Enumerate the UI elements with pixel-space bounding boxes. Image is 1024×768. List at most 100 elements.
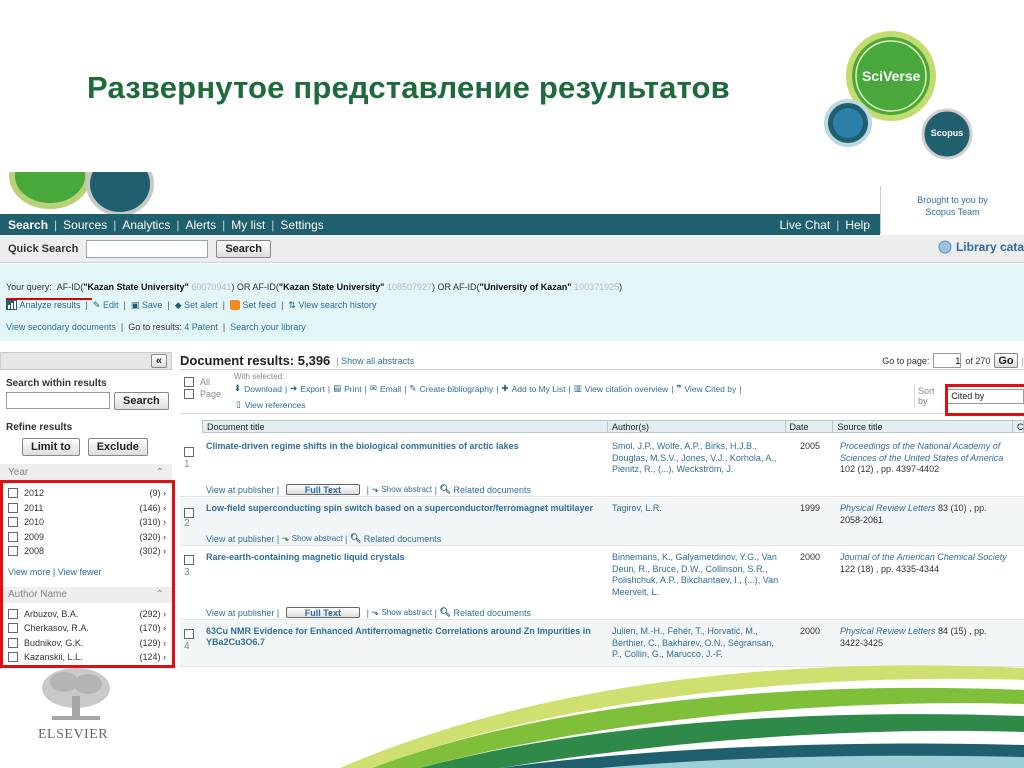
show-abstract-link[interactable]: Show abstract bbox=[292, 534, 343, 543]
document-title-link[interactable]: Rare-earth-containing magnetic liquid cr… bbox=[206, 552, 606, 563]
col-cited[interactable]: C bbox=[1013, 421, 1024, 432]
with-selected-label: With selected: bbox=[234, 372, 285, 381]
alert-icon: ◆ bbox=[174, 299, 182, 310]
row-checkbox[interactable] bbox=[184, 629, 194, 639]
nav-alerts[interactable]: Alerts bbox=[185, 218, 216, 232]
source-title-link[interactable]: Physical Review Letters bbox=[840, 626, 936, 636]
collapse-button[interactable]: « bbox=[150, 354, 167, 368]
references-icon: ▯ bbox=[236, 399, 241, 409]
quick-search-input[interactable] bbox=[86, 239, 209, 258]
select-page-checkbox[interactable] bbox=[184, 389, 194, 399]
history-icon: ⇅ bbox=[288, 299, 296, 310]
view-secondary-docs-link[interactable]: View secondary documents bbox=[6, 322, 116, 332]
results-panel: Document results: 5,396 | Show all abstr… bbox=[180, 352, 1024, 672]
full-text-button[interactable]: Full Text bbox=[285, 607, 361, 618]
download-link[interactable]: Download bbox=[244, 384, 282, 394]
date-text: 2000 bbox=[800, 626, 821, 636]
brought-by-text: Brought to you by bbox=[917, 195, 988, 205]
nav-sources[interactable]: Sources bbox=[63, 218, 107, 232]
citation-overview-link[interactable]: View citation overview bbox=[585, 384, 668, 394]
save-link[interactable]: Save bbox=[142, 300, 163, 310]
email-link[interactable]: Email bbox=[380, 384, 401, 394]
document-title-link[interactable]: Low-field superconducting spin switch ba… bbox=[206, 503, 606, 514]
query-or: ) OR AF-ID( bbox=[231, 282, 279, 292]
search-library-link[interactable]: Search your library bbox=[230, 322, 306, 332]
scopus-logo-text: Scopus bbox=[930, 128, 964, 138]
related-docs-link[interactable]: Related documents bbox=[453, 608, 531, 618]
authors-text[interactable]: Tagirov, L.R. bbox=[612, 503, 784, 515]
show-abstract-link[interactable]: Show abstract bbox=[381, 608, 432, 617]
edit-icon: ✎ bbox=[92, 299, 101, 310]
query-actions: Analyze results | ✎ Edit | ▣ Save | ◆ Set a… bbox=[6, 296, 1024, 314]
show-abstract-link[interactable]: Show abstract bbox=[381, 485, 432, 494]
view-references-link[interactable]: View references bbox=[245, 400, 306, 410]
document-title-link[interactable]: 63Cu NMR Evidence for Enhanced Antiferro… bbox=[206, 626, 606, 648]
row-number: 4 bbox=[184, 641, 190, 652]
nav-help[interactable]: Help bbox=[845, 218, 870, 232]
source-title-link[interactable]: Physical Review Letters bbox=[840, 503, 936, 513]
show-all-abstracts-link[interactable]: Show all abstracts bbox=[341, 356, 414, 366]
results-toolbar: All Page With selected: ⬇ Download | ➜ Expo… bbox=[180, 370, 1024, 414]
source-title-link[interactable]: Journal of the American Chemical Society bbox=[840, 552, 1007, 562]
row-number: 1 bbox=[184, 459, 190, 470]
search-within-row: Search bbox=[0, 392, 172, 410]
view-cited-by-link[interactable]: View Cited by bbox=[684, 384, 736, 394]
elsevier-wordmark: ELSEVIER bbox=[38, 727, 109, 742]
col-authors[interactable]: Author(s) bbox=[608, 421, 786, 432]
collapse-facet-icon: ⌃ bbox=[155, 466, 164, 478]
document-title-link[interactable]: Climate-driven regime shifts in the biol… bbox=[206, 441, 606, 452]
add-to-my-list-link[interactable]: Add to My List bbox=[512, 384, 566, 394]
col-source-title[interactable]: Source title bbox=[833, 421, 1013, 432]
date-text: 2000 bbox=[800, 552, 821, 562]
set-alert-link[interactable]: Set alert bbox=[184, 300, 218, 310]
nav-analytics[interactable]: Analytics bbox=[122, 218, 170, 232]
page-input[interactable] bbox=[933, 353, 962, 368]
authors-text[interactable]: Smol, J.P., Wolfe, A.P., Birks, H.J.B., … bbox=[612, 441, 784, 476]
limit-to-button[interactable]: Limit to bbox=[22, 438, 80, 456]
select-all-checkbox[interactable] bbox=[184, 377, 194, 387]
exclude-button[interactable]: Exclude bbox=[87, 438, 148, 456]
brought-team-link[interactable]: Scopus Team bbox=[881, 206, 1024, 218]
row-checkbox[interactable] bbox=[184, 555, 194, 565]
go-button[interactable]: Go bbox=[994, 353, 1018, 368]
query-id-2: 108507927 bbox=[386, 282, 433, 292]
year-facet-header[interactable]: Year ⌃ bbox=[0, 464, 172, 480]
view-search-history-link[interactable]: View search history bbox=[298, 300, 376, 310]
search-within-input[interactable] bbox=[6, 392, 110, 409]
query-affil-1: "Kazan State University" bbox=[83, 282, 189, 292]
source-title-link[interactable]: Proceedings of the National Academy of S… bbox=[840, 441, 1003, 463]
elsevier-logo: ELSEVIER bbox=[38, 666, 114, 743]
export-link[interactable]: Export bbox=[300, 384, 325, 394]
col-date[interactable]: Date bbox=[786, 421, 834, 432]
nav-my-list[interactable]: My list bbox=[231, 218, 265, 232]
year-facet-title: Year bbox=[8, 466, 29, 478]
related-docs-link[interactable]: Related documents bbox=[364, 534, 442, 544]
set-feed-link[interactable]: Set feed bbox=[243, 300, 277, 310]
authors-text[interactable]: Julien, M.-H., Fehér, T., Horvatić, M., … bbox=[612, 626, 784, 661]
library-catalog-link[interactable]: Library cata bbox=[938, 240, 1024, 254]
edit-link[interactable]: Edit bbox=[103, 300, 119, 310]
view-publisher-link[interactable]: View at publisher bbox=[206, 534, 274, 544]
quick-search-button[interactable]: Search bbox=[216, 239, 272, 258]
row-checkbox[interactable] bbox=[184, 447, 194, 457]
related-search-icon: 🔍︎ bbox=[349, 533, 362, 543]
create-bibliography-link[interactable]: Create bibliography bbox=[420, 384, 494, 394]
refine-buttons: Limit to Exclude bbox=[0, 436, 172, 456]
analyze-results-link[interactable]: Analyze results bbox=[20, 300, 81, 310]
authors-text[interactable]: Binnemans, K., Galyametdinov, Y.G., Van … bbox=[612, 552, 784, 598]
view-publisher-link[interactable]: View at publisher bbox=[206, 485, 274, 495]
email-icon: ✉ bbox=[369, 383, 377, 393]
row-checkbox[interactable] bbox=[184, 508, 194, 518]
patent-link[interactable]: 4 Patent bbox=[184, 322, 218, 332]
nav-search[interactable]: Search bbox=[8, 218, 48, 232]
col-document-title[interactable]: Document title bbox=[203, 421, 608, 432]
search-within-button[interactable]: Search bbox=[114, 392, 169, 410]
print-link[interactable]: Print bbox=[344, 384, 361, 394]
query-or: ) OR AF-ID( bbox=[432, 282, 480, 292]
related-docs-link[interactable]: Related documents bbox=[453, 485, 531, 495]
nav-live-chat[interactable]: Live Chat bbox=[779, 218, 830, 232]
full-text-button[interactable]: Full Text bbox=[285, 484, 361, 495]
nav-settings[interactable]: Settings bbox=[280, 218, 323, 232]
view-publisher-link[interactable]: View at publisher bbox=[206, 608, 274, 618]
query-affil-2: "Kazan State University" bbox=[278, 282, 385, 292]
